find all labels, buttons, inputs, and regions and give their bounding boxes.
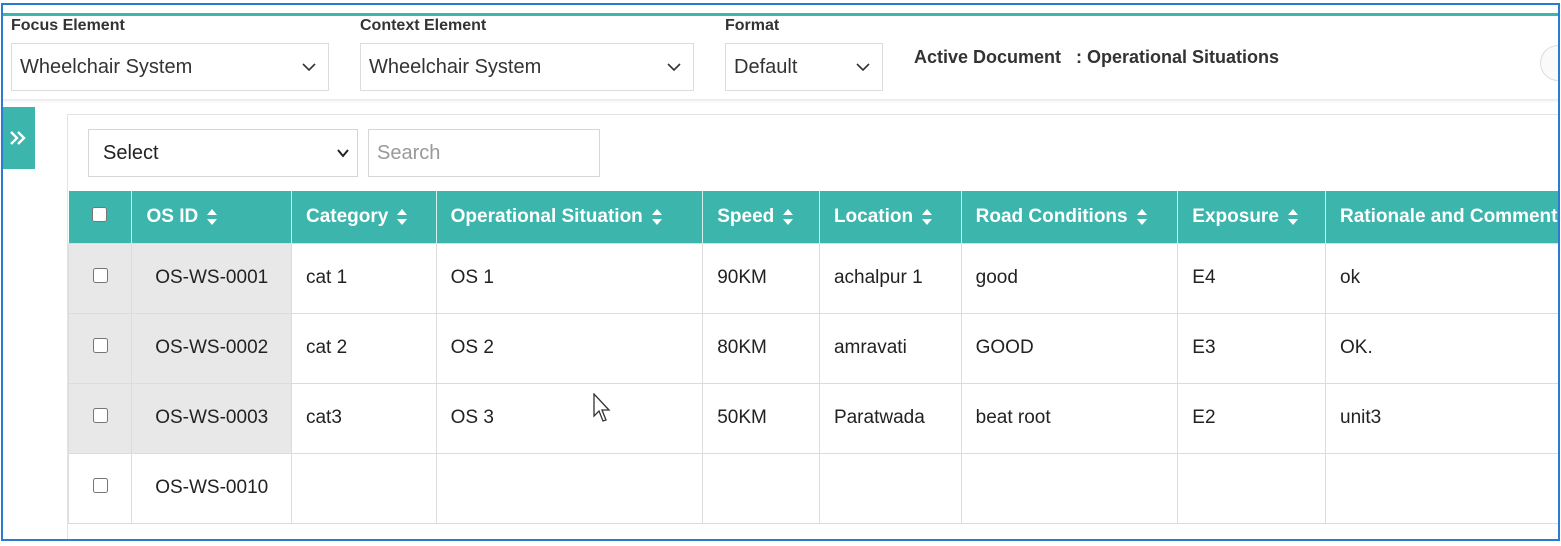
context-element-value: Wheelchair System (369, 55, 542, 78)
sort-icon (207, 208, 218, 225)
chevron-down-icon (667, 63, 681, 72)
select-all-checkbox[interactable] (92, 206, 108, 222)
column-header-label: OS ID (146, 205, 199, 227)
select-all-header (68, 191, 133, 243)
column-header-label: Exposure (1192, 205, 1279, 227)
sort-icon (922, 208, 933, 225)
column-header-label: Road Conditions (975, 205, 1128, 227)
focus-element-dropdown[interactable]: Wheelchair System (11, 43, 329, 91)
situation-cell[interactable] (435, 452, 704, 524)
rationale-cell[interactable] (1325, 452, 1558, 524)
search-input[interactable] (368, 129, 600, 177)
column-header-speed[interactable]: Speed (702, 191, 820, 243)
sort-icon (397, 208, 408, 225)
chevron-down-icon (302, 63, 316, 72)
speed-cell[interactable]: 80KM (702, 312, 820, 384)
context-element-label: Context Element (360, 17, 487, 34)
column-header-operational-situation[interactable]: Operational Situation (436, 191, 704, 243)
table-row[interactable]: OS-WS-0001 cat 1 OS 1 90KM achalpur 1 go… (67, 242, 1558, 314)
road-conditions-cell[interactable]: GOOD (960, 312, 1179, 384)
rationale-cell[interactable]: ok (1325, 242, 1558, 314)
row-checkbox[interactable] (92, 478, 108, 493)
location-cell[interactable]: achalpur 1 (818, 242, 962, 314)
speed-cell[interactable]: 50KM (702, 382, 820, 454)
sort-icon (1136, 208, 1147, 225)
column-header-rationale[interactable]: Rationale and Comment (1325, 191, 1558, 243)
road-conditions-cell[interactable] (960, 452, 1179, 524)
sort-icon (1287, 208, 1298, 225)
speed-cell[interactable] (702, 452, 820, 524)
exposure-cell[interactable] (1177, 452, 1326, 524)
row-select-cell (67, 312, 133, 384)
column-header-location[interactable]: Location (819, 191, 962, 243)
location-cell[interactable]: Paratwada (818, 382, 962, 454)
focus-element-value: Wheelchair System (20, 55, 193, 78)
sidebar-toggle-button[interactable] (3, 107, 35, 169)
header-divider (3, 99, 1558, 103)
rationale-cell[interactable]: OK. (1325, 312, 1558, 384)
active-document-value: : Operational Situations (1076, 47, 1280, 67)
exposure-cell[interactable]: E4 (1177, 242, 1326, 314)
table-row[interactable]: OS-WS-0002 cat 2 OS 2 80KM amravati GOOD… (67, 312, 1558, 384)
category-cell[interactable]: cat3 (290, 382, 437, 454)
location-cell[interactable] (818, 452, 962, 524)
double-chevron-right-icon (10, 131, 26, 145)
app-frame: Focus Element Wheelchair System Context … (1, 3, 1560, 541)
format-label: Format (725, 17, 780, 34)
focus-element-label: Focus Element (11, 17, 125, 34)
situation-cell[interactable]: OS 2 (435, 312, 704, 384)
operational-situations-table: OS ID Category Operational Situation Spe… (67, 191, 1558, 524)
os-id-cell[interactable]: OS-WS-0003 (131, 382, 292, 454)
column-header-label: Operational Situation (450, 205, 643, 227)
chevron-down-icon (856, 63, 870, 72)
category-cell[interactable] (290, 452, 437, 524)
mouse-cursor-icon (593, 393, 611, 422)
operational-situations-panel: Select OS ID Category Operational Situat… (67, 114, 1558, 539)
header-accent-line (3, 13, 1558, 16)
column-header-road-conditions[interactable]: Road Conditions (961, 191, 1179, 243)
row-checkbox[interactable] (92, 268, 108, 283)
chevron-down-icon (337, 149, 349, 158)
row-select-cell (67, 242, 133, 314)
column-select-dropdown[interactable]: Select (88, 129, 358, 177)
table-row[interactable]: OS-WS-0010 (67, 452, 1558, 524)
category-cell[interactable]: cat 1 (290, 242, 437, 314)
row-select-cell (67, 382, 133, 454)
road-conditions-cell[interactable]: beat root (960, 382, 1179, 454)
column-header-label: Location (833, 205, 914, 227)
os-id-cell[interactable]: OS-WS-0002 (131, 312, 292, 384)
row-checkbox[interactable] (92, 408, 108, 423)
column-select-value: Select (103, 141, 159, 164)
category-cell[interactable]: cat 2 (290, 312, 437, 384)
rationale-cell[interactable]: unit3 (1325, 382, 1558, 454)
column-header-label: Category (305, 205, 389, 227)
location-cell[interactable]: amravati (818, 312, 962, 384)
active-document-label: Active Document (914, 47, 1062, 67)
exposure-cell[interactable]: E2 (1177, 382, 1326, 454)
exposure-cell[interactable]: E3 (1177, 312, 1326, 384)
sort-icon (651, 208, 662, 225)
os-id-cell[interactable]: OS-WS-0001 (131, 242, 292, 314)
column-header-label: Rationale and Comment (1340, 205, 1558, 227)
situation-cell[interactable]: OS 3 (435, 382, 704, 454)
situation-cell[interactable]: OS 1 (435, 242, 704, 314)
column-header-category[interactable]: Category (291, 191, 437, 243)
column-header-label: Speed (717, 205, 775, 227)
sort-icon (783, 208, 794, 225)
speed-cell[interactable]: 90KM (702, 242, 820, 314)
format-dropdown[interactable]: Default (725, 43, 883, 91)
header-action-button[interactable] (1540, 45, 1558, 81)
row-checkbox[interactable] (92, 338, 108, 353)
table-header-row: OS ID Category Operational Situation Spe… (68, 191, 1558, 243)
context-element-dropdown[interactable]: Wheelchair System (360, 43, 694, 91)
column-header-os-id[interactable]: OS ID (131, 191, 292, 243)
table-row[interactable]: OS-WS-0003 cat3 OS 3 50KM Paratwada beat… (67, 382, 1558, 454)
column-header-exposure[interactable]: Exposure (1177, 191, 1326, 243)
os-id-cell[interactable]: OS-WS-0010 (131, 452, 292, 524)
format-value: Default (734, 55, 798, 78)
road-conditions-cell[interactable]: good (960, 242, 1179, 314)
row-select-cell (67, 452, 133, 524)
